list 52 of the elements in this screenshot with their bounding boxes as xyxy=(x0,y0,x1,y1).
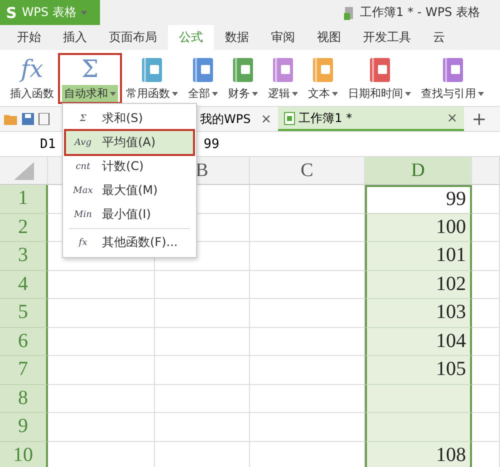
new-tab-button[interactable]: + xyxy=(472,108,487,130)
ribbon-tab[interactable]: 开始 xyxy=(6,25,52,50)
ribbon-button[interactable]: 逻辑 xyxy=(264,57,302,102)
column-header[interactable] xyxy=(472,157,500,185)
table-cell[interactable]: 99 xyxy=(365,185,472,214)
folder-icon[interactable] xyxy=(4,113,18,125)
function-icon: Σ xyxy=(82,55,98,83)
ribbon-button[interactable]: 常用函数 xyxy=(122,57,182,102)
table-cell[interactable] xyxy=(365,413,472,442)
caret-icon xyxy=(81,10,88,14)
ribbon-tab[interactable]: 页面布局 xyxy=(98,25,168,50)
table-cell[interactable]: 102 xyxy=(365,270,472,299)
table-cell[interactable] xyxy=(365,384,472,413)
column-header[interactable]: D xyxy=(365,157,472,185)
corner-triangle-icon xyxy=(14,162,34,180)
table-cell[interactable]: 104 xyxy=(365,328,472,356)
column-header[interactable]: C xyxy=(250,157,365,185)
ribbon-button[interactable]: 全部 xyxy=(184,57,222,102)
ribbon-button[interactable]: fx 插入函数 xyxy=(6,55,58,102)
save-icon[interactable] xyxy=(22,113,34,125)
ribbon-tab[interactable]: 云 xyxy=(422,25,456,50)
ribbon-button[interactable]: 查找与引用 xyxy=(417,57,488,102)
ribbon-button[interactable]: 日期和时间 xyxy=(344,57,415,102)
ribbon-button[interactable]: 财务 xyxy=(224,57,262,102)
ribbon-button[interactable]: Σ 自动求和 xyxy=(60,55,120,102)
ribbon-tab[interactable]: 开发工具 xyxy=(352,25,422,50)
menu-item[interactable]: Min 最小值(I) xyxy=(66,203,193,226)
table-cell[interactable]: 100 xyxy=(365,214,472,242)
window-title: 工作簿1 * - WPS 表格 xyxy=(360,4,480,21)
table-cell[interactable]: 105 xyxy=(365,356,472,384)
document-tab[interactable]: 工作簿1 * × xyxy=(278,107,464,131)
document-tab[interactable]: 我的WPS × xyxy=(194,107,278,131)
spreadsheet-icon xyxy=(284,112,295,124)
menu-item[interactable]: fx 其他函数(F)... xyxy=(66,231,193,254)
menu-item[interactable]: Avg 平均值(A) xyxy=(66,131,193,154)
ribbon-tab[interactable]: 数据 xyxy=(214,25,260,50)
document-icon[interactable] xyxy=(38,113,50,125)
close-icon[interactable]: × xyxy=(446,110,458,126)
cell-reference: D1 xyxy=(40,136,56,152)
ribbon-tab[interactable]: 审阅 xyxy=(260,25,306,50)
function-icon: fx xyxy=(20,55,44,83)
close-icon[interactable]: × xyxy=(260,112,272,126)
menu-item[interactable]: Σ 求和(S) xyxy=(66,107,193,130)
ribbon-button[interactable]: 文本 xyxy=(304,57,342,102)
ribbon-tab[interactable]: 视图 xyxy=(306,25,352,50)
table-cell[interactable]: 101 xyxy=(365,242,472,270)
select-all-corner[interactable] xyxy=(0,157,48,185)
table-cell[interactable]: 103 xyxy=(365,299,472,328)
ribbon-tab[interactable]: 公式 xyxy=(168,25,214,50)
ribbon-tab[interactable]: 插入 xyxy=(52,25,98,50)
formula-field[interactable]: 99 xyxy=(204,136,220,152)
table-cell[interactable]: 108 xyxy=(365,442,472,467)
